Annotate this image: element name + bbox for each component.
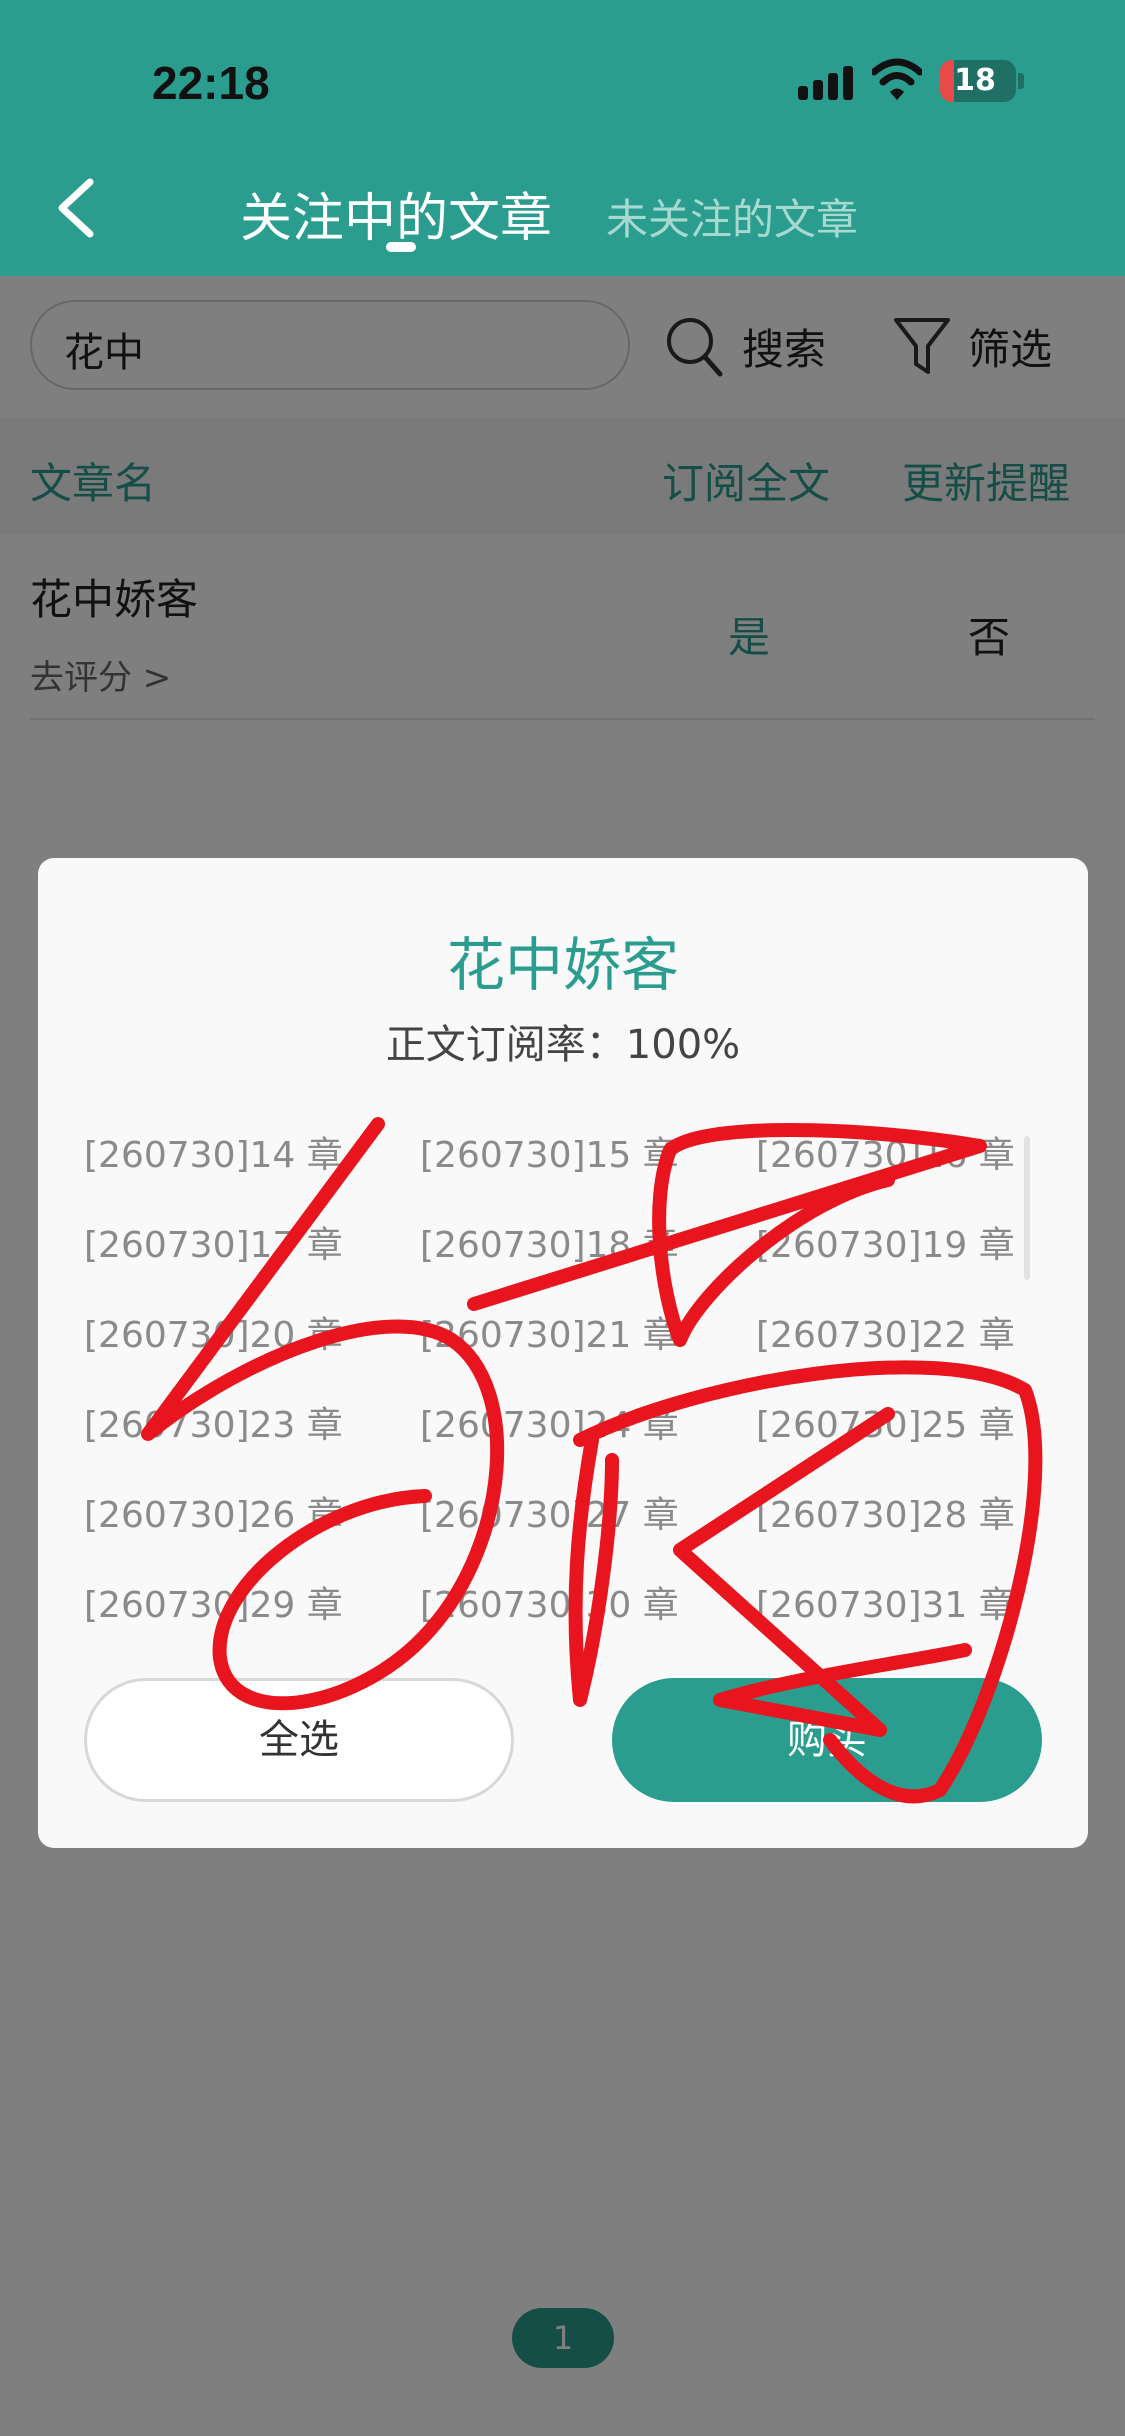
chapter-item[interactable]: [260730]23 章 [84, 1396, 343, 1448]
chapter-item[interactable]: [260730]20 章 [84, 1306, 343, 1358]
chapter-item[interactable]: [260730]19 章 [756, 1216, 1015, 1268]
select-all-button[interactable]: 全选 [84, 1678, 514, 1802]
chapter-scrollbar[interactable] [1024, 1136, 1030, 1280]
cellular-signal-icon [798, 64, 854, 100]
battery-level: 18 [954, 63, 996, 98]
chapter-item[interactable]: [260730]15 章 [420, 1126, 679, 1178]
chapter-item[interactable]: [260730]31 章 [756, 1576, 1015, 1628]
chapter-item[interactable]: [260730]21 章 [420, 1306, 679, 1358]
wifi-icon [872, 58, 922, 100]
chapter-item[interactable]: [260730]24 章 [420, 1396, 679, 1448]
tab-following[interactable]: 关注中的文章 [240, 176, 552, 251]
tab-indicator [386, 242, 416, 252]
chapter-item[interactable]: [260730]14 章 [84, 1126, 343, 1178]
status-time: 22:18 [152, 57, 270, 109]
chapter-item[interactable]: [260730]22 章 [756, 1306, 1015, 1358]
battery-icon: 18 [940, 60, 1016, 102]
buy-button[interactable]: 购买 [612, 1678, 1042, 1802]
chapter-item[interactable]: [260730]28 章 [756, 1486, 1015, 1538]
dialog-title: 花中娇客 [446, 931, 679, 999]
header-bar: 22:18 18 关注中的文章 未关注的文章 [0, 0, 1125, 276]
chapter-item[interactable]: [260730]30 章 [420, 1576, 679, 1628]
chapter-item[interactable]: [260730]29 章 [84, 1576, 343, 1628]
back-arrow-icon[interactable] [48, 172, 108, 244]
tab-not-following[interactable]: 未关注的文章 [606, 186, 858, 247]
chapter-item[interactable]: [260730]18 章 [420, 1216, 679, 1268]
battery-cap [1018, 73, 1024, 89]
subscription-rate: 正文订阅率：100% [385, 1022, 741, 1068]
purchase-dialog: 花中娇客 正文订阅率：100% [260730]14 章 [260730]15 … [38, 858, 1088, 1848]
chapter-item[interactable]: [260730]26 章 [84, 1486, 343, 1538]
chapter-item[interactable]: [260730]25 章 [756, 1396, 1015, 1448]
chapter-item[interactable]: [260730]17 章 [84, 1216, 343, 1268]
chapter-item[interactable]: [260730]16 章 [756, 1126, 1015, 1178]
chapter-item[interactable]: [260730]27 章 [420, 1486, 679, 1538]
